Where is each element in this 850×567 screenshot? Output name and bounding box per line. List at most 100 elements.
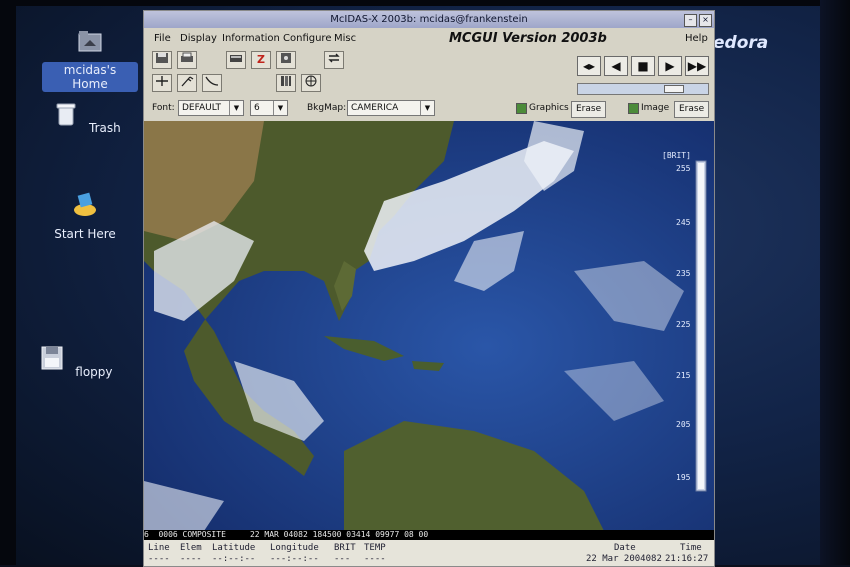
chevron-down-icon: ▼ [420, 101, 434, 115]
image-checkbox[interactable] [628, 103, 639, 114]
start-here-icon [74, 192, 96, 216]
status-val-brit: --- [334, 554, 351, 564]
home-folder-icon [78, 31, 102, 52]
window-titlebar[interactable]: McIDAS-X 2003b: mcidas@frankenstein – × [144, 11, 714, 28]
print-icon [181, 52, 193, 62]
loop-toggle-button[interactable]: ◂▸ [577, 56, 601, 76]
status-val-line: ---- [148, 554, 170, 564]
close-icon[interactable]: × [699, 14, 712, 27]
colorbar-tick: 235 [676, 269, 691, 278]
colorbar-tick: 255 [676, 164, 691, 173]
font-label: Font: [152, 103, 175, 113]
layers-button[interactable] [276, 74, 296, 92]
desktop-icon-trash[interactable]: Trash [40, 99, 136, 136]
window-title: McIDAS-X 2003b: mcidas@frankenstein [330, 14, 528, 25]
status-col-line: Line [148, 543, 170, 553]
colorbar-tick: 245 [676, 218, 691, 227]
status-date-label: Date [614, 543, 636, 553]
globe-button[interactable] [301, 74, 321, 92]
status-val-longitude: ---:--:-- [270, 554, 319, 564]
colorbar-tick: 215 [676, 371, 691, 380]
font-size-select[interactable]: 6 ▼ [250, 100, 288, 116]
distro-brand-text: edora [713, 33, 769, 53]
status-col-latitude: Latitude [212, 543, 256, 553]
step-back-icon: ◀ [611, 59, 621, 73]
chevron-down-icon: ▼ [229, 101, 243, 115]
play-button[interactable]: ▶ [658, 56, 682, 76]
loop-speed-slider[interactable] [577, 83, 709, 95]
menu-file[interactable]: File [154, 33, 171, 44]
slider-thumb[interactable] [664, 85, 684, 93]
desktop-icon-start-here[interactable]: Start Here [37, 190, 133, 242]
menu-display[interactable]: Display [180, 33, 217, 44]
frame-info-label: 6 0006 COMPOSITE 22 MAR 04082 184500 034… [144, 530, 714, 540]
status-col-longitude: Longitude [270, 543, 319, 553]
desktop-icon-floppy[interactable]: floppy [29, 343, 125, 380]
status-col-elem: Elem [180, 543, 202, 553]
step-back-button[interactable]: ◀ [604, 56, 628, 76]
front-button[interactable] [202, 74, 222, 92]
status-date-value: 22 Mar 2004082 [586, 554, 662, 564]
image-erase-button[interactable]: Erase [674, 101, 710, 118]
monitor-bezel-top [0, 0, 850, 6]
stop-button[interactable]: ■ [631, 56, 655, 76]
status-col-temp: TEMP [364, 543, 386, 553]
colorbar-tick: 225 [676, 320, 691, 329]
minimize-icon[interactable]: – [684, 14, 697, 27]
disk-icon [281, 53, 291, 63]
cycle-button[interactable] [324, 51, 344, 69]
status-val-latitude: --:--:-- [212, 554, 256, 564]
wind-barb-icon [181, 76, 194, 87]
cursor-icon [156, 76, 168, 86]
graphics-label: Graphics [529, 103, 569, 113]
bkgmap-select[interactable]: CAMERICA ▼ [347, 100, 435, 116]
disk-button[interactable] [276, 51, 296, 69]
colorbar-tick: 205 [676, 420, 691, 429]
version-label: MCGUI Version 2003b [449, 31, 607, 46]
save-icon [156, 53, 168, 63]
stop-icon: ■ [637, 59, 649, 73]
menu-configure[interactable]: Configure [283, 33, 331, 44]
graphics-checkbox[interactable] [516, 103, 527, 114]
font-size-value: 6 [254, 103, 260, 113]
desktop-icon-home[interactable]: mcidas's Home [42, 26, 138, 92]
zoom-button[interactable]: Z [251, 51, 271, 69]
options-bar: Font: DEFAULT ▼ 6 ▼ BkgMap: CAMERICA ▼ G… [144, 98, 714, 120]
wind-barb-button[interactable] [177, 74, 197, 92]
status-val-temp: ---- [364, 554, 386, 564]
floppy-icon [41, 346, 63, 370]
desktop-icon-label: mcidas's Home [42, 62, 138, 92]
play-icon: ▶ [665, 59, 675, 73]
cursor-button[interactable] [152, 74, 172, 92]
layers-icon [281, 76, 291, 86]
font-select[interactable]: DEFAULT ▼ [178, 100, 244, 116]
fast-forward-button[interactable]: ▶▶ [685, 56, 709, 76]
menu-misc[interactable]: Misc [334, 33, 356, 44]
globe-icon [305, 75, 317, 87]
cycle-icon [328, 53, 340, 63]
status-time-value: 21:16:27 [665, 554, 709, 564]
graphics-erase-button[interactable]: Erase [571, 101, 607, 118]
satellite-image [144, 121, 714, 531]
fast-forward-icon: ▶▶ [687, 59, 707, 73]
image-label: Image [641, 103, 670, 113]
front-icon [205, 76, 219, 86]
menu-information[interactable]: Information [222, 33, 280, 44]
satellite-image-panel[interactable]: [BRIT] 255 245 235 225 215 205 195 [144, 121, 714, 531]
monitor-bezel-right [820, 0, 850, 565]
bkgmap-label: BkgMap: [307, 103, 347, 113]
desktop-icon-label: Start Here [54, 227, 116, 241]
keyboard-button[interactable] [226, 51, 246, 69]
desktop-icon-label: Trash [89, 121, 121, 135]
colorbar-tick: 195 [676, 473, 691, 482]
print-button[interactable] [177, 51, 197, 69]
status-val-elem: ---- [180, 554, 202, 564]
menu-help[interactable]: Help [685, 33, 708, 44]
status-bar: Line Elem Latitude Longitude BRIT TEMP -… [144, 540, 714, 566]
zoom-icon: Z [257, 53, 265, 66]
status-col-brit: BRIT [334, 543, 356, 553]
save-button[interactable] [152, 51, 172, 69]
monitor-bezel-left [0, 0, 16, 565]
chevron-down-icon: ▼ [273, 101, 287, 115]
colorbar-units: [BRIT] [662, 151, 691, 160]
